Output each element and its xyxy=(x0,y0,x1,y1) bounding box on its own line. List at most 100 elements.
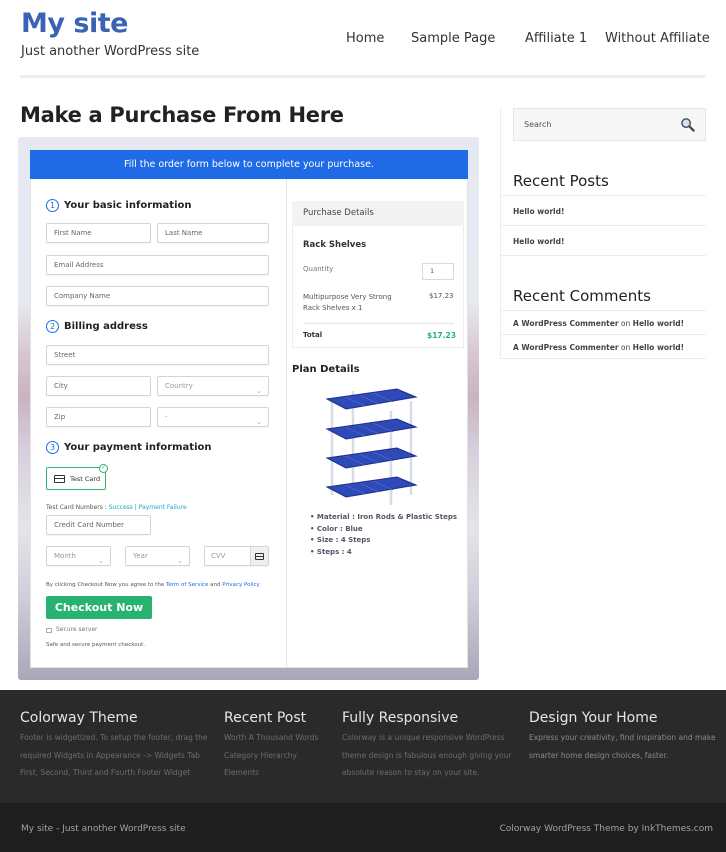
divider xyxy=(500,255,706,256)
agree-and: and xyxy=(208,582,223,588)
month-select-value: Month xyxy=(54,552,76,560)
test-success-link[interactable]: Success xyxy=(109,504,133,511)
footer-col-links: Worth A Thousand Words Category Hierarch… xyxy=(224,729,319,782)
footer-col-recent-post: Recent Post Worth A Thousand Words Categ… xyxy=(224,710,319,782)
divider xyxy=(500,334,706,335)
payment-method-test-card[interactable]: Test Card xyxy=(46,467,106,490)
agree-prefix: By clicking Checkout Now you agree to th… xyxy=(46,582,166,588)
payment-method-label: Test Card xyxy=(70,474,101,483)
footer-col-title: Recent Post xyxy=(224,710,307,726)
comment-author-link[interactable]: A WordPress Commenter xyxy=(513,343,619,352)
divider xyxy=(500,358,706,359)
state-select[interactable]: - ⌄ xyxy=(157,407,269,427)
nav-affiliate-1[interactable]: Affiliate 1 xyxy=(525,31,587,46)
recent-posts-title: Recent Posts xyxy=(513,172,609,190)
sidebar-border xyxy=(500,108,501,358)
first-name-input[interactable]: First Name xyxy=(46,223,151,243)
footer-col-title: Fully Responsive xyxy=(342,710,459,726)
footer-line: First, Second, Third and Fourth Footer W… xyxy=(20,768,191,777)
month-select[interactable]: Month ⌄ xyxy=(46,546,111,566)
year-select[interactable]: Year ⌄ xyxy=(125,546,190,566)
line-item-description: Multipurpose Very Strong Rack Shelves x … xyxy=(303,292,392,314)
check-icon: ✓ xyxy=(99,464,108,473)
email-input[interactable]: Email Address xyxy=(46,255,269,275)
zip-input[interactable]: Zip xyxy=(46,407,151,427)
footer-line: required Widgets in Appearance -> Widget… xyxy=(20,750,200,760)
footer-col-fully-responsive: Fully Responsive Colorway is a unique re… xyxy=(342,710,511,782)
nav-sample-page[interactable]: Sample Page xyxy=(411,31,495,46)
plan-specs-list: Material : Iron Rods & Plastic Steps Col… xyxy=(310,512,457,558)
quantity-input[interactable]: 1 xyxy=(422,263,454,280)
step-2-icon: 2 xyxy=(46,320,59,333)
comment-author-link[interactable]: A WordPress Commenter xyxy=(513,319,619,328)
section-billing: 2 Billing address xyxy=(46,320,148,333)
rack-shelves-image xyxy=(325,388,418,505)
recent-post-link[interactable]: Hello world! xyxy=(513,207,564,216)
nav-without-affiliate[interactable]: Without Affiliate xyxy=(605,31,710,46)
checkout-now-button[interactable]: Checkout Now xyxy=(46,596,152,619)
chevron-down-icon: ⌄ xyxy=(177,557,183,565)
comment-post-link[interactable]: Hello world! xyxy=(633,319,684,328)
step-3-icon: 3 xyxy=(46,441,59,454)
footer-col-text: Express your creativity, find inspiratio… xyxy=(529,729,716,764)
footer-col-title: Design Your Home xyxy=(529,710,658,726)
spec-item: Size : 4 Steps xyxy=(310,535,457,547)
line-item-line-1: Multipurpose Very Strong xyxy=(303,293,392,301)
city-input[interactable]: City xyxy=(46,376,151,396)
test-failure-link[interactable]: Payment Failure xyxy=(139,504,187,511)
terms-link[interactable]: Term of Service xyxy=(166,582,208,588)
last-name-input[interactable]: Last Name xyxy=(157,223,269,243)
comment-post-link[interactable]: Hello world! xyxy=(633,343,684,352)
footer-post-link[interactable]: Worth A Thousand Words xyxy=(224,729,319,747)
country-select[interactable]: Country ⌄ xyxy=(157,376,269,396)
secure-server: Secure server xyxy=(46,626,98,633)
section-title: Your payment information xyxy=(64,442,212,453)
purchase-details-heading: Purchase Details xyxy=(292,201,464,226)
company-input[interactable]: Company Name xyxy=(46,286,269,306)
safe-checkout-text: Safe and secure payment checkout. xyxy=(46,642,145,648)
footer-col-title: Colorway Theme xyxy=(20,710,138,726)
comment-on: on xyxy=(618,319,633,328)
checkout-banner: Fill the order form below to complete yo… xyxy=(30,150,468,179)
footer-line: theme design is fabulous enough giving y… xyxy=(342,750,512,760)
section-title: Billing address xyxy=(64,321,148,332)
spec-item: Steps : 4 xyxy=(310,547,457,559)
country-select-value: Country xyxy=(165,382,193,390)
footer-line: Express your creativity, find inspiratio… xyxy=(529,733,716,742)
footer-col-design-your-home: Design Your Home Express your creativity… xyxy=(529,710,716,764)
chevron-down-icon: ⌄ xyxy=(98,557,104,565)
product-name: Rack Shelves xyxy=(303,240,367,250)
footer-post-link[interactable]: Elements xyxy=(224,764,319,782)
footer-line: absolute reason to stay on your site. xyxy=(342,768,480,777)
line-item-price: $17.23 xyxy=(429,292,454,300)
footer-line: Colorway is a unique responsive WordPres… xyxy=(342,733,505,742)
footer-line: smarter home design choices, faster. xyxy=(529,750,669,760)
plan-details-title: Plan Details xyxy=(292,364,360,375)
footer-col-text: Footer is widgetized. To setup the foote… xyxy=(20,729,208,782)
card-number-input[interactable]: Credit Card Number xyxy=(46,515,151,535)
search-input[interactable]: Search xyxy=(513,108,706,141)
card-column-divider xyxy=(286,179,287,668)
recent-post-link[interactable]: Hello world! xyxy=(513,237,564,246)
lock-icon xyxy=(46,628,52,633)
search-icon[interactable] xyxy=(680,117,695,132)
footer-theme-credit[interactable]: Colorway WordPress Theme by InkThemes.co… xyxy=(500,824,713,834)
spec-item: Material : Iron Rods & Plastic Steps xyxy=(310,512,457,524)
nav-home[interactable]: Home xyxy=(346,31,384,46)
agreement-text: By clicking Checkout Now you agree to th… xyxy=(46,582,260,588)
divider xyxy=(500,225,706,226)
chevron-down-icon: ⌄ xyxy=(256,387,262,395)
recent-comment: A WordPress Commenter on Hello world! xyxy=(513,319,684,328)
credit-card-icon xyxy=(54,474,65,483)
spec-item: Color : Blue xyxy=(310,524,457,536)
street-input[interactable]: Street xyxy=(46,345,269,365)
site-title[interactable]: My site xyxy=(21,8,128,39)
footer-post-link[interactable]: Category Hierarchy xyxy=(224,747,319,765)
footer-site-credit[interactable]: My site - Just another WordPress site xyxy=(21,824,186,834)
privacy-link[interactable]: Privacy Policy xyxy=(222,582,259,588)
site-tagline: Just another WordPress site xyxy=(21,44,200,59)
quantity-label: Quantity xyxy=(303,265,334,273)
cvv-input[interactable]: CVV xyxy=(204,546,269,566)
step-1-icon: 1 xyxy=(46,199,59,212)
footer-col-colorway: Colorway Theme Footer is widgetized. To … xyxy=(20,710,208,782)
